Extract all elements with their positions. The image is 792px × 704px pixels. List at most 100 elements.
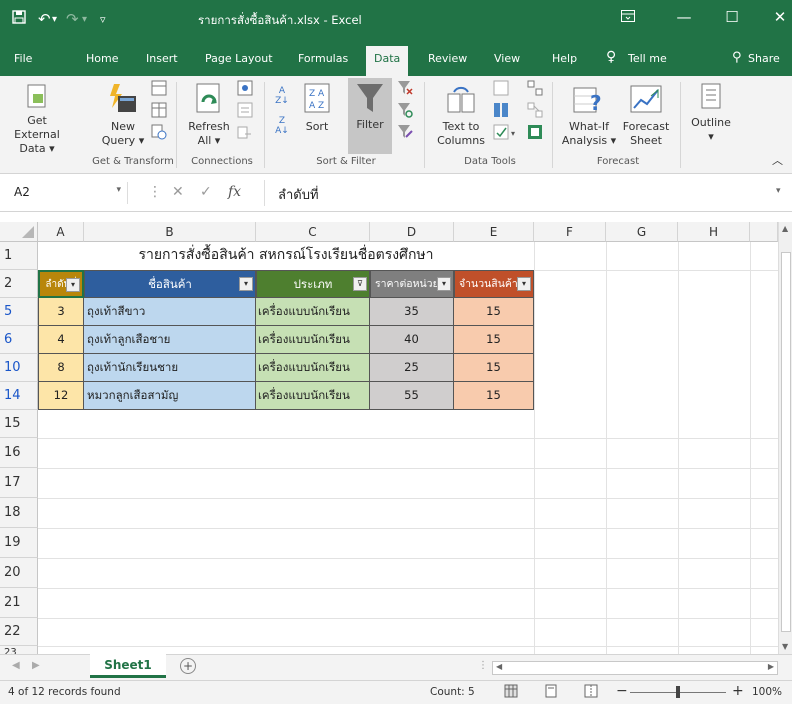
outline-button[interactable]: Outline ▾ [686, 82, 736, 144]
undo-icon[interactable]: ↶ [38, 10, 51, 28]
customize-icon[interactable]: ▿ [100, 13, 106, 26]
row-header[interactable]: 20 [0, 558, 38, 588]
column-header-i[interactable] [750, 222, 778, 242]
close-icon[interactable]: ✕ [770, 8, 790, 26]
cell-no[interactable]: 4 [38, 326, 84, 354]
connections-icon[interactable] [236, 80, 254, 100]
header-cell-quantity[interactable]: จำนวนสินค้า ▾ [454, 270, 534, 298]
scroll-down-icon[interactable]: ▼ [782, 642, 788, 651]
edit-links-icon[interactable] [236, 124, 254, 144]
row-header[interactable]: 19 [0, 528, 38, 558]
maximize-icon[interactable]: ☐ [722, 8, 742, 26]
forecast-sheet-button[interactable]: Forecast Sheet [618, 82, 674, 148]
row-header[interactable]: 16 [0, 438, 38, 468]
sort-a-z-icon[interactable]: A Z↓ [272, 86, 292, 106]
vertical-scrollbar[interactable]: ▲ ▼ [778, 222, 792, 654]
column-header-c[interactable]: C [256, 222, 370, 242]
collapse-ribbon-icon[interactable]: ︿ [772, 154, 783, 168]
redo-dropdown-icon[interactable]: ▾ [82, 14, 87, 25]
ribbon-display-icon[interactable] [618, 8, 638, 26]
manage-data-model-icon[interactable] [526, 124, 544, 144]
sort-z-a-icon[interactable]: Z A↓ [272, 116, 292, 136]
cancel-icon[interactable]: ✕ [172, 184, 184, 200]
row-header[interactable]: 5 [0, 298, 38, 326]
row-header[interactable]: 15 [0, 410, 38, 438]
cell-category[interactable]: เครื่องแบบนักเรียน [256, 326, 370, 354]
from-table-icon[interactable] [150, 102, 168, 122]
row-header[interactable]: 1 [0, 242, 38, 270]
name-box-dropdown-icon[interactable]: ▾ [116, 185, 121, 195]
row-header[interactable]: 23 [0, 646, 38, 654]
scroll-left-icon[interactable]: ◀ [496, 662, 502, 671]
column-header-b[interactable]: B [84, 222, 256, 242]
expand-formula-bar-icon[interactable]: ▾ [776, 186, 781, 196]
advanced-filter-icon[interactable] [396, 124, 414, 144]
text-to-columns-button[interactable]: Text to Columns [432, 82, 490, 148]
recent-sources-icon[interactable] [150, 124, 168, 144]
row-header[interactable]: 18 [0, 498, 38, 528]
name-box[interactable]: A2 ▾ [10, 182, 128, 204]
zoom-slider-thumb[interactable] [676, 686, 680, 698]
cell-price[interactable]: 35 [370, 298, 454, 326]
tab-home[interactable]: Home [86, 52, 118, 65]
show-queries-icon[interactable] [150, 80, 168, 100]
cell-category[interactable]: เครื่องแบบนักเรียน [256, 298, 370, 326]
tab-file[interactable]: File [14, 52, 32, 65]
add-sheet-button[interactable]: + [180, 658, 196, 674]
header-cell-price[interactable]: ราคาต่อหน่วย ▾ [370, 270, 454, 298]
tab-data[interactable]: Data [366, 46, 409, 76]
page-break-view-icon[interactable] [584, 684, 598, 701]
zoom-level[interactable]: 100% [752, 686, 782, 698]
filter-active-icon[interactable]: ⊽ [353, 277, 367, 291]
cell-category[interactable]: เครื่องแบบนักเรียน [256, 354, 370, 382]
cell-product-name[interactable]: ถุงเท้าสีขาว [84, 298, 256, 326]
sort-button[interactable]: Z A A Z Sort [296, 82, 338, 134]
tab-view[interactable]: View [494, 52, 520, 65]
sheet-title-cell[interactable]: รายการสั่งซื้อสินค้า สหกรณ์โรงเรียนชื่อต… [38, 242, 534, 268]
header-cell-name[interactable]: ชื่อสินค้า ▾ [84, 270, 256, 298]
what-if-analysis-button[interactable]: ? What-If Analysis ▾ [558, 82, 620, 148]
row-header[interactable]: 21 [0, 588, 38, 618]
new-query-button[interactable]: New Query ▾ [98, 82, 148, 148]
tab-insert[interactable]: Insert [146, 52, 178, 65]
cell-price[interactable]: 40 [370, 326, 454, 354]
horizontal-scrollbar[interactable]: ◀ ▶ [492, 661, 778, 675]
select-all-corner[interactable] [0, 222, 38, 242]
cell-product-name[interactable]: ถุงเท้านักเรียนชาย [84, 354, 256, 382]
clear-filter-icon[interactable] [396, 80, 414, 100]
cell-quantity[interactable]: 15 [454, 382, 534, 410]
scroll-right-icon[interactable]: ▶ [768, 662, 774, 671]
redo-icon[interactable]: ↷ [66, 10, 79, 28]
cell-no[interactable]: 12 [38, 382, 84, 410]
insert-function-icon[interactable]: fx [228, 184, 241, 200]
save-icon[interactable] [12, 10, 26, 28]
filter-dropdown-icon[interactable]: ▾ [239, 277, 253, 291]
cell-no[interactable]: 8 [38, 354, 84, 382]
cell-quantity[interactable]: 15 [454, 354, 534, 382]
refresh-all-button[interactable]: Refresh All ▾ [184, 82, 234, 148]
zoom-out-icon[interactable]: − [616, 683, 628, 699]
formula-input[interactable]: ลำดับที่ [278, 184, 319, 205]
split-handle-icon[interactable]: ⋮ [478, 660, 488, 671]
filter-button[interactable]: Filter [348, 78, 392, 154]
row-header[interactable]: 10 [0, 354, 38, 382]
tell-me-box[interactable]: Tell me [628, 52, 667, 65]
tab-help[interactable]: Help [552, 52, 577, 65]
zoom-in-icon[interactable]: + [732, 683, 744, 699]
scrollbar-thumb[interactable] [781, 252, 791, 632]
sheet-tab-sheet1[interactable]: Sheet1 [90, 654, 166, 678]
share-button[interactable]: Share [748, 52, 780, 65]
row-header[interactable]: 17 [0, 468, 38, 498]
cell-quantity[interactable]: 15 [454, 298, 534, 326]
tab-page-layout[interactable]: Page Layout [205, 52, 273, 65]
filter-dropdown-icon[interactable]: ▾ [517, 277, 531, 291]
column-header-a[interactable]: A [38, 222, 84, 242]
tab-review[interactable]: Review [428, 52, 467, 65]
column-header-d[interactable]: D [370, 222, 454, 242]
row-header[interactable]: 14 [0, 382, 38, 410]
page-layout-view-icon[interactable] [544, 684, 558, 701]
filter-dropdown-icon[interactable]: ▾ [66, 278, 80, 292]
row-header[interactable]: 2 [0, 270, 38, 298]
data-validation-icon[interactable]: ▾ [492, 124, 522, 144]
column-header-f[interactable]: F [534, 222, 606, 242]
